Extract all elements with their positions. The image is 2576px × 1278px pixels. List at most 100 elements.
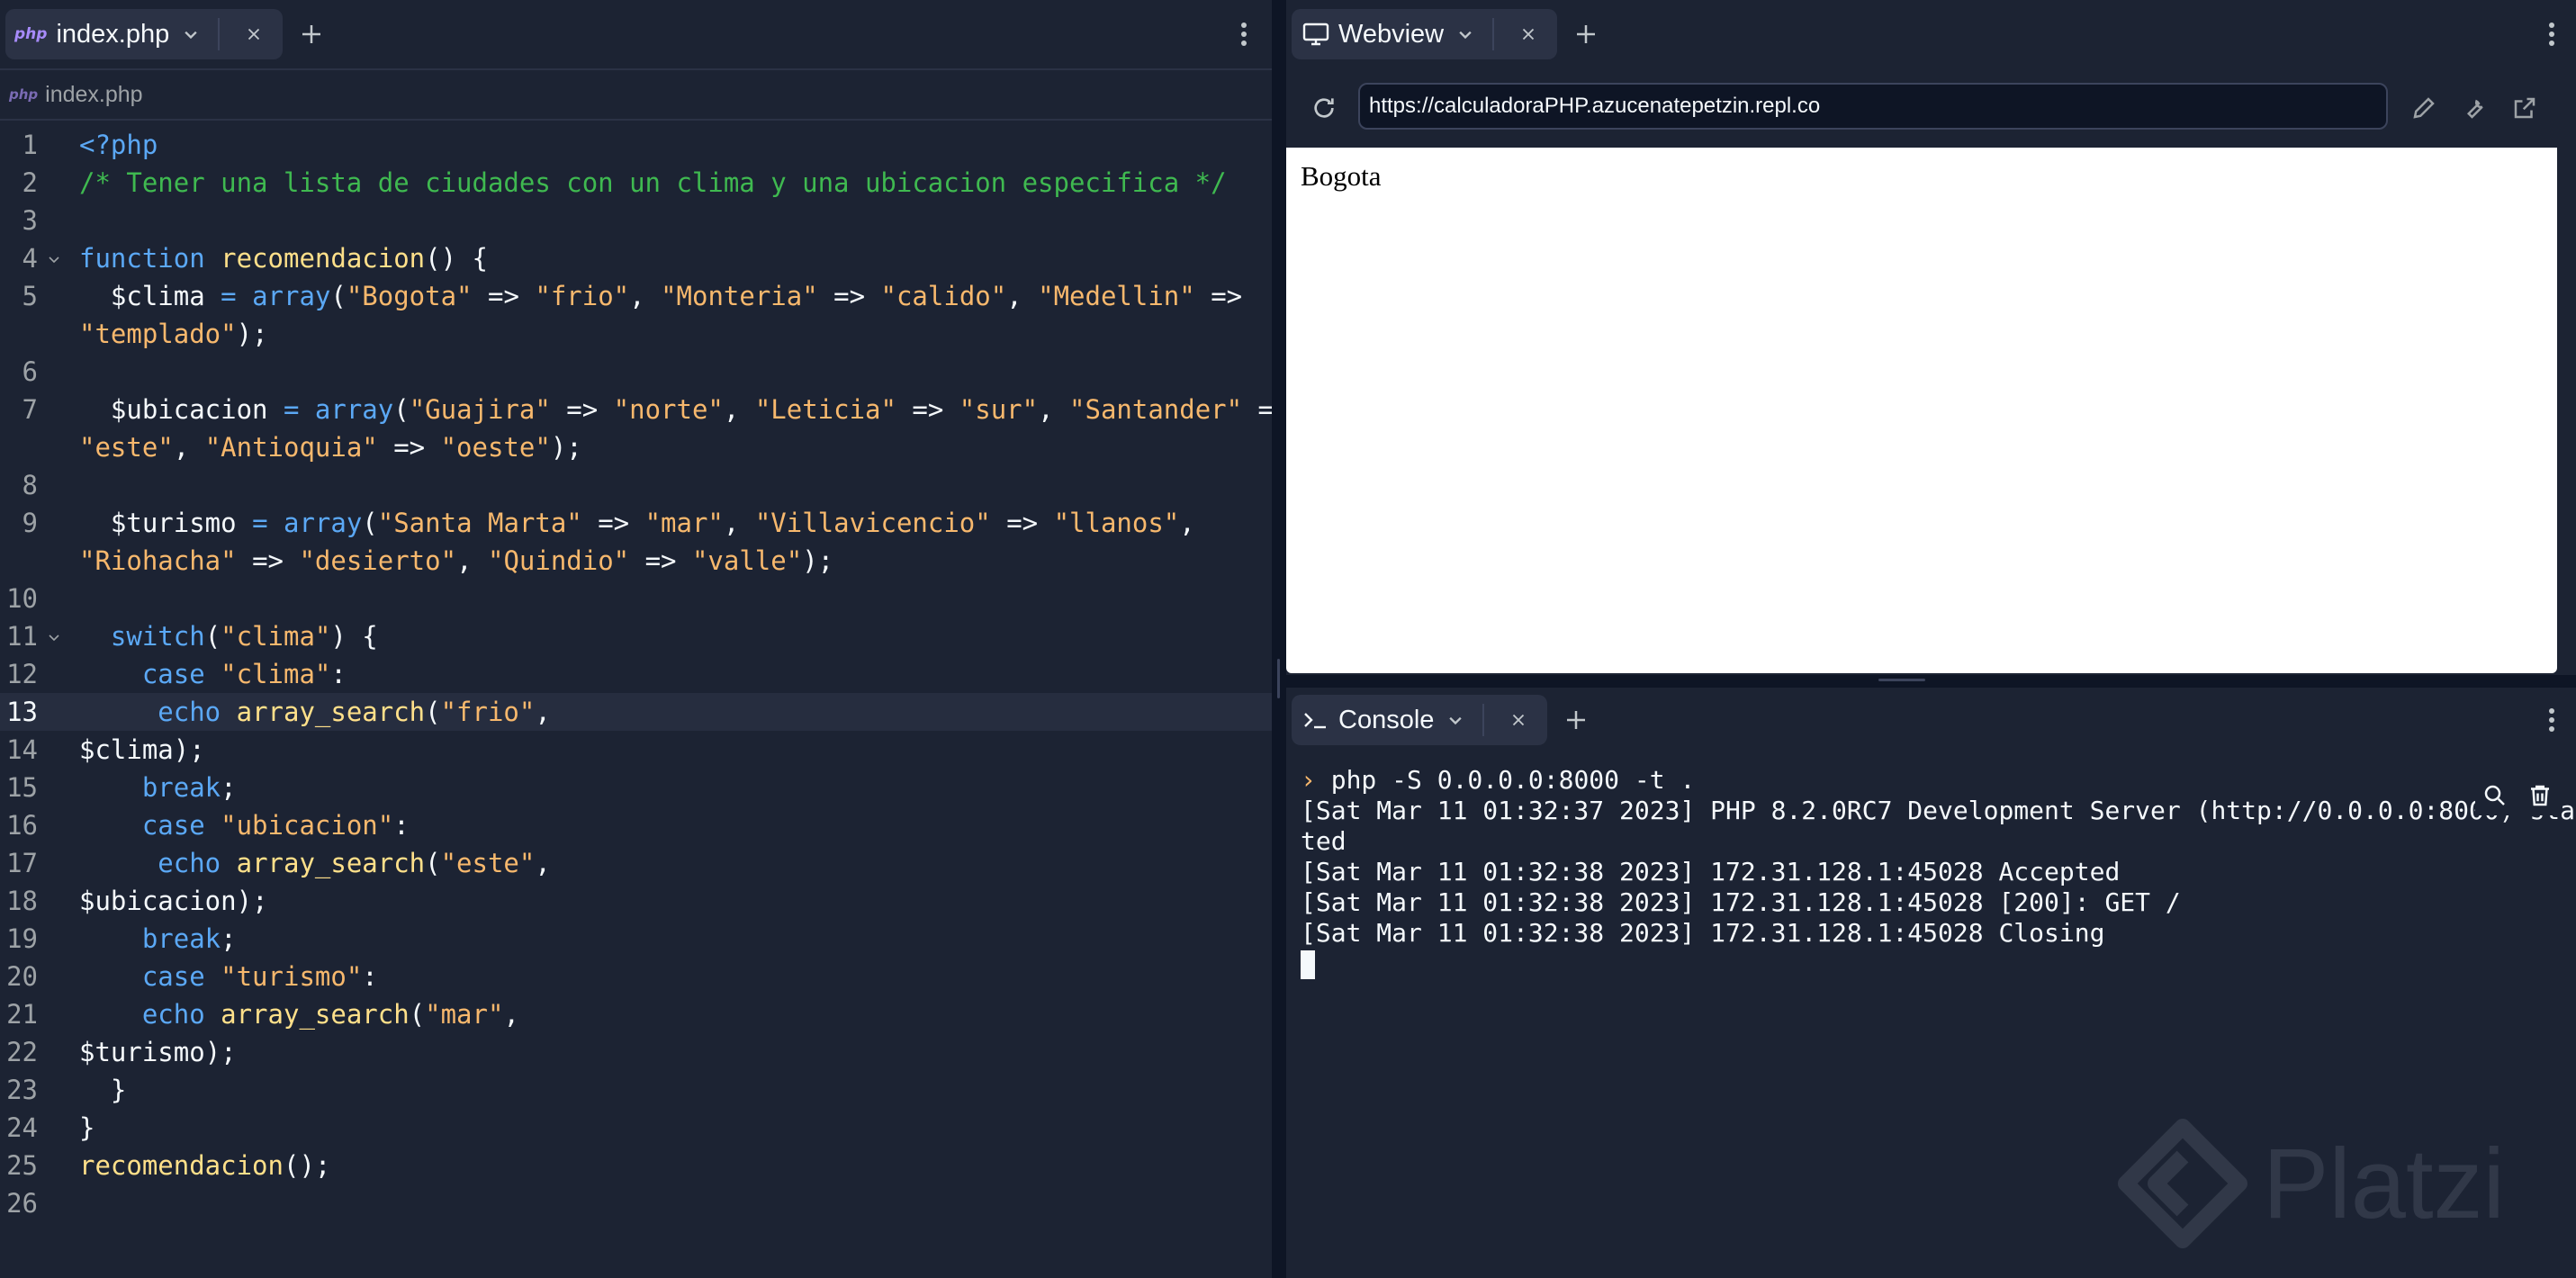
code-token: , [723, 508, 755, 538]
code-text: $ubicacion); [79, 882, 268, 920]
tab-console[interactable]: Console [1292, 695, 1548, 745]
webview-frame[interactable]: Bogota [1286, 148, 2557, 673]
trash-icon [2531, 785, 2549, 806]
code-text: echo array_search("este", [79, 844, 551, 882]
chevron-down-icon[interactable] [1453, 22, 1478, 47]
code-line[interactable]: 5 $clima = array("Bogota" => "frio", "Mo… [0, 277, 1272, 315]
code-line[interactable]: 19 break; [0, 920, 1272, 958]
code-token: "templado" [79, 319, 237, 349]
search-console-button[interactable] [2475, 776, 2515, 815]
code-text: echo array_search("mar", [79, 995, 519, 1033]
code-line[interactable]: 20 case "turismo": [0, 958, 1272, 995]
tab-separator [1482, 704, 1485, 736]
fold-chevron-icon[interactable] [47, 252, 61, 266]
close-tab-button[interactable] [1499, 700, 1538, 740]
edit-url-button[interactable] [2404, 88, 2444, 128]
breadcrumb-file[interactable]: index.php [45, 82, 142, 108]
code-token: "Santa Marta" [377, 508, 582, 538]
close-icon [1513, 714, 1525, 726]
horizontal-resize-handle[interactable] [1286, 675, 2576, 688]
code-token: /* Tener una lista de ciudades con un cl… [79, 167, 1227, 198]
code-line[interactable]: 26 [0, 1184, 1272, 1222]
php-file-icon: php [9, 86, 39, 103]
code-token: "turismo" [221, 961, 363, 992]
code-text: } [79, 1109, 95, 1147]
code-line[interactable]: 14 $clima); [0, 731, 1272, 769]
code-editor[interactable]: 1 <?php 2 /* Tener una lista de ciudades co… [0, 126, 1290, 1222]
console-output[interactable]: › php -S 0.0.0.0:8000 -t . [Sat Mar 11 0… [1301, 765, 2576, 979]
code-token: <?php [79, 130, 158, 160]
code-line[interactable]: "templado"); [0, 315, 1272, 353]
code-line[interactable]: 16 case "ubicacion": [0, 806, 1272, 844]
code-token: "Bogota" [346, 281, 473, 311]
devtools-button[interactable] [2454, 88, 2494, 128]
code-text: $turismo = array("Santa Marta" => "mar",… [79, 504, 1195, 542]
line-number: 12 [6, 659, 38, 689]
code-line[interactable]: 24} [0, 1109, 1272, 1147]
webview-menu-button[interactable] [2532, 14, 2571, 54]
code-token: ); [236, 886, 268, 916]
code-token: case [79, 961, 221, 992]
code-line[interactable]: 3 [0, 202, 1272, 239]
code-line[interactable]: 13 echo array_search("frio", [0, 693, 1272, 731]
console-line: [Sat Mar 11 01:32:38 2023] 172.31.128.1:… [1301, 887, 2181, 917]
code-token: => [550, 394, 614, 425]
code-token: "Antioquia" [204, 432, 378, 463]
code-line[interactable]: 6 [0, 353, 1272, 391]
code-token: , [535, 697, 551, 727]
code-token: "sur" [959, 394, 1039, 425]
code-line[interactable]: 18 $ubicacion); [0, 882, 1272, 920]
code-token: : [393, 810, 410, 841]
code-token: (); [283, 1150, 331, 1181]
code-token: $turismo [79, 1037, 205, 1067]
code-token: , [1038, 394, 1070, 425]
code-line[interactable]: 15 break; [0, 769, 1272, 806]
code-token: "Riohacha" [79, 545, 237, 576]
line-number: 26 [6, 1188, 38, 1219]
open-new-window-button[interactable] [2505, 88, 2544, 128]
close-tab-button[interactable] [1509, 14, 1548, 54]
console-line: [Sat Mar 11 01:32:38 2023] 172.31.128.1:… [1301, 918, 2105, 948]
vertical-resize-handle[interactable] [1272, 0, 1286, 1278]
tab-index-php[interactable]: php index.php [5, 9, 284, 59]
new-tab-button[interactable] [1566, 14, 1606, 54]
fold-chevron-icon[interactable] [47, 630, 61, 644]
text-cursor [1301, 950, 1315, 979]
code-line[interactable]: 7 $ubicacion = array("Guajira" => "norte… [0, 391, 1290, 428]
code-line[interactable]: 9 $turismo = array("Santa Marta" => "mar… [0, 504, 1272, 542]
code-line[interactable]: 23 } [0, 1071, 1272, 1109]
code-line[interactable]: "Riohacha" => "desierto", "Quindio" => "… [0, 542, 1272, 580]
code-line[interactable]: 4 function recomendacion() { [0, 239, 1272, 277]
tab-webview[interactable]: Webview [1292, 9, 1558, 59]
code-text: break; [79, 769, 237, 806]
code-line[interactable]: 25 recomendacion(); [0, 1147, 1272, 1184]
chevron-down-icon[interactable] [178, 22, 203, 47]
plus-icon [302, 25, 321, 43]
code-line[interactable]: 12 case "clima": [0, 655, 1272, 693]
line-number: 24 [6, 1112, 38, 1143]
code-line[interactable]: 17 echo array_search("este", [0, 844, 1272, 882]
line-number: 22 [6, 1037, 38, 1067]
close-tab-button[interactable] [234, 14, 274, 54]
url-input[interactable]: https://calculadoraPHP.azucenatepetzin.r… [1358, 83, 2388, 130]
code-line[interactable]: "este", "Antioquia" => "oeste"); [0, 428, 1272, 466]
plus-icon [1567, 711, 1586, 729]
code-text: "templado"); [79, 315, 268, 353]
code-line[interactable]: 8 [0, 466, 1272, 504]
code-line[interactable]: 1 <?php [0, 126, 1272, 164]
code-line[interactable]: 22 $turismo); [0, 1033, 1272, 1071]
code-text: $ubicacion = array("Guajira" => "norte",… [79, 391, 1290, 428]
code-token: ( [204, 621, 221, 652]
refresh-button[interactable] [1304, 88, 1344, 128]
new-tab-button[interactable] [1556, 700, 1596, 740]
code-line[interactable]: 11 switch("clima") { [0, 617, 1272, 655]
new-tab-button[interactable] [292, 14, 331, 54]
code-line[interactable]: 21 echo array_search("mar", [0, 995, 1272, 1033]
editor-menu-button[interactable] [1224, 14, 1264, 54]
code-line[interactable]: 10 [0, 580, 1272, 617]
code-line[interactable]: 2 /* Tener una lista de ciudades con un c… [0, 164, 1272, 202]
console-menu-button[interactable] [2532, 700, 2571, 740]
chevron-down-icon[interactable] [1443, 707, 1468, 733]
code-token: ( [425, 848, 441, 878]
clear-console-button[interactable] [2520, 776, 2560, 815]
